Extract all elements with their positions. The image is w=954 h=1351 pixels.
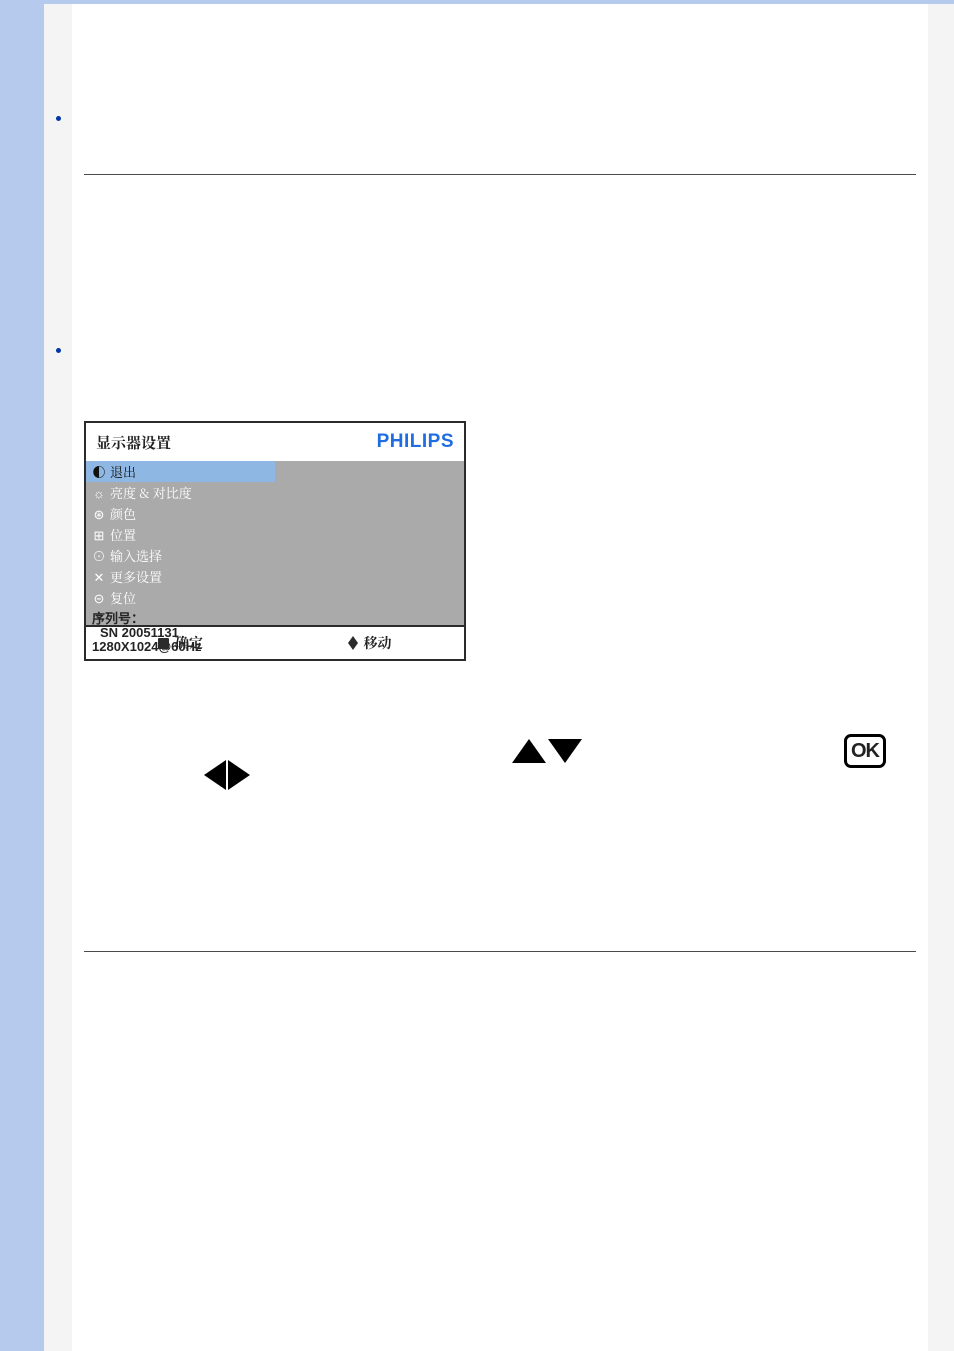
serial-label: 序列号： — [92, 612, 269, 626]
osd-preview-pane — [275, 461, 464, 625]
margin-bullet — [56, 116, 61, 121]
more-icon: ✕ — [92, 567, 106, 586]
reset-icon: ⊝ — [92, 588, 106, 607]
section-divider — [84, 951, 916, 952]
control-glyph-row: OK — [204, 721, 886, 781]
spacer — [84, 175, 916, 415]
osd-item-exit[interactable]: ◐ 退出 — [86, 461, 275, 482]
osd-item-position[interactable]: ⊞ 位置 — [86, 524, 275, 545]
osd-body: ◐ 退出 ☼ 亮度 & 对比度 ⊛ 颜色 ⊞ 位置 — [86, 461, 464, 625]
osd-foot-move-label: 移动 — [364, 633, 392, 653]
color-icon: ⊛ — [92, 504, 106, 523]
osd-item-label: 更多设置 — [110, 567, 162, 586]
osd-item-more[interactable]: ✕ 更多设置 — [86, 566, 275, 587]
osd-foot-ok-label: 确定 — [175, 633, 203, 653]
spacer — [84, 781, 916, 951]
exit-icon: ◐ — [92, 462, 106, 481]
osd-item-color[interactable]: ⊛ 颜色 — [86, 503, 275, 524]
ok-glyph-icon — [158, 638, 169, 649]
left-right-arrows-icon — [204, 760, 250, 790]
osd-header: 显示器设置 PHILIPS — [86, 423, 464, 461]
position-icon: ⊞ — [92, 525, 106, 544]
osd-foot-move: 移动 — [275, 633, 464, 653]
osd-item-reset[interactable]: ⊝ 复位 — [86, 587, 275, 608]
ok-button-icon: OK — [844, 734, 886, 768]
osd-item-brightness[interactable]: ☼ 亮度 & 对比度 — [86, 482, 275, 503]
osd-item-label: 位置 — [110, 525, 136, 544]
osd-item-input[interactable]: ⊙ 输入选择 — [86, 545, 275, 566]
margin-bullet — [56, 348, 61, 353]
osd-item-label: 输入选择 — [110, 546, 162, 565]
up-down-arrows-icon — [512, 739, 582, 763]
osd-item-label: 复位 — [110, 588, 136, 607]
osd-item-label: 退出 — [110, 462, 136, 481]
spacer — [84, 14, 916, 174]
updown-glyph-icon — [348, 636, 358, 650]
input-icon: ⊙ — [92, 546, 106, 565]
page-content: 显示器设置 PHILIPS ◐ 退出 ☼ 亮度 & 对比度 ⊛ 颜色 — [72, 4, 928, 1351]
osd-item-label: 亮度 & 对比度 — [110, 483, 192, 502]
osd-foot-ok: 确定 — [86, 633, 275, 653]
osd-menu: ◐ 退出 ☼ 亮度 & 对比度 ⊛ 颜色 ⊞ 位置 — [86, 461, 275, 625]
page-frame: 显示器设置 PHILIPS ◐ 退出 ☼ 亮度 & 对比度 ⊛ 颜色 — [44, 4, 954, 1351]
osd-panel: 显示器设置 PHILIPS ◐ 退出 ☼ 亮度 & 对比度 ⊛ 颜色 — [84, 421, 466, 661]
brand-logo: PHILIPS — [377, 431, 454, 453]
brightness-icon: ☼ — [92, 483, 106, 502]
osd-item-label: 颜色 — [110, 504, 136, 523]
osd-title: 显示器设置 — [96, 432, 171, 453]
